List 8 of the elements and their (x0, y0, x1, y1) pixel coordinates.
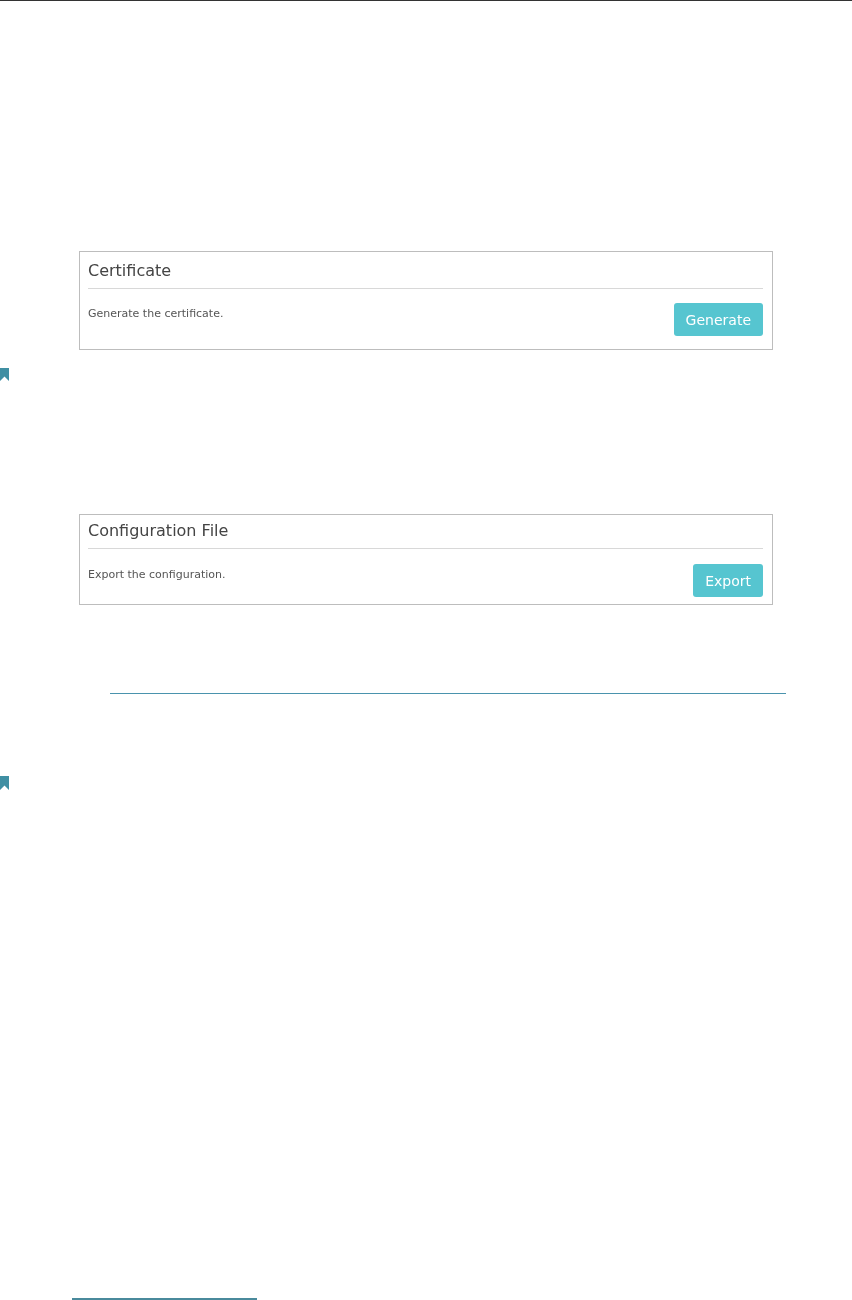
bookmark-icon (0, 776, 9, 790)
panel-title: Certificate (88, 260, 173, 282)
action-button[interactable]: Generate (673, 303, 763, 336)
panel-description: Export the configuration. (88, 568, 226, 581)
bookmark-icon (0, 368, 9, 381)
panel-description: Generate the certificate. (88, 307, 224, 320)
action-button[interactable]: Export (693, 564, 763, 597)
panel-title: Configuration File (88, 520, 230, 542)
